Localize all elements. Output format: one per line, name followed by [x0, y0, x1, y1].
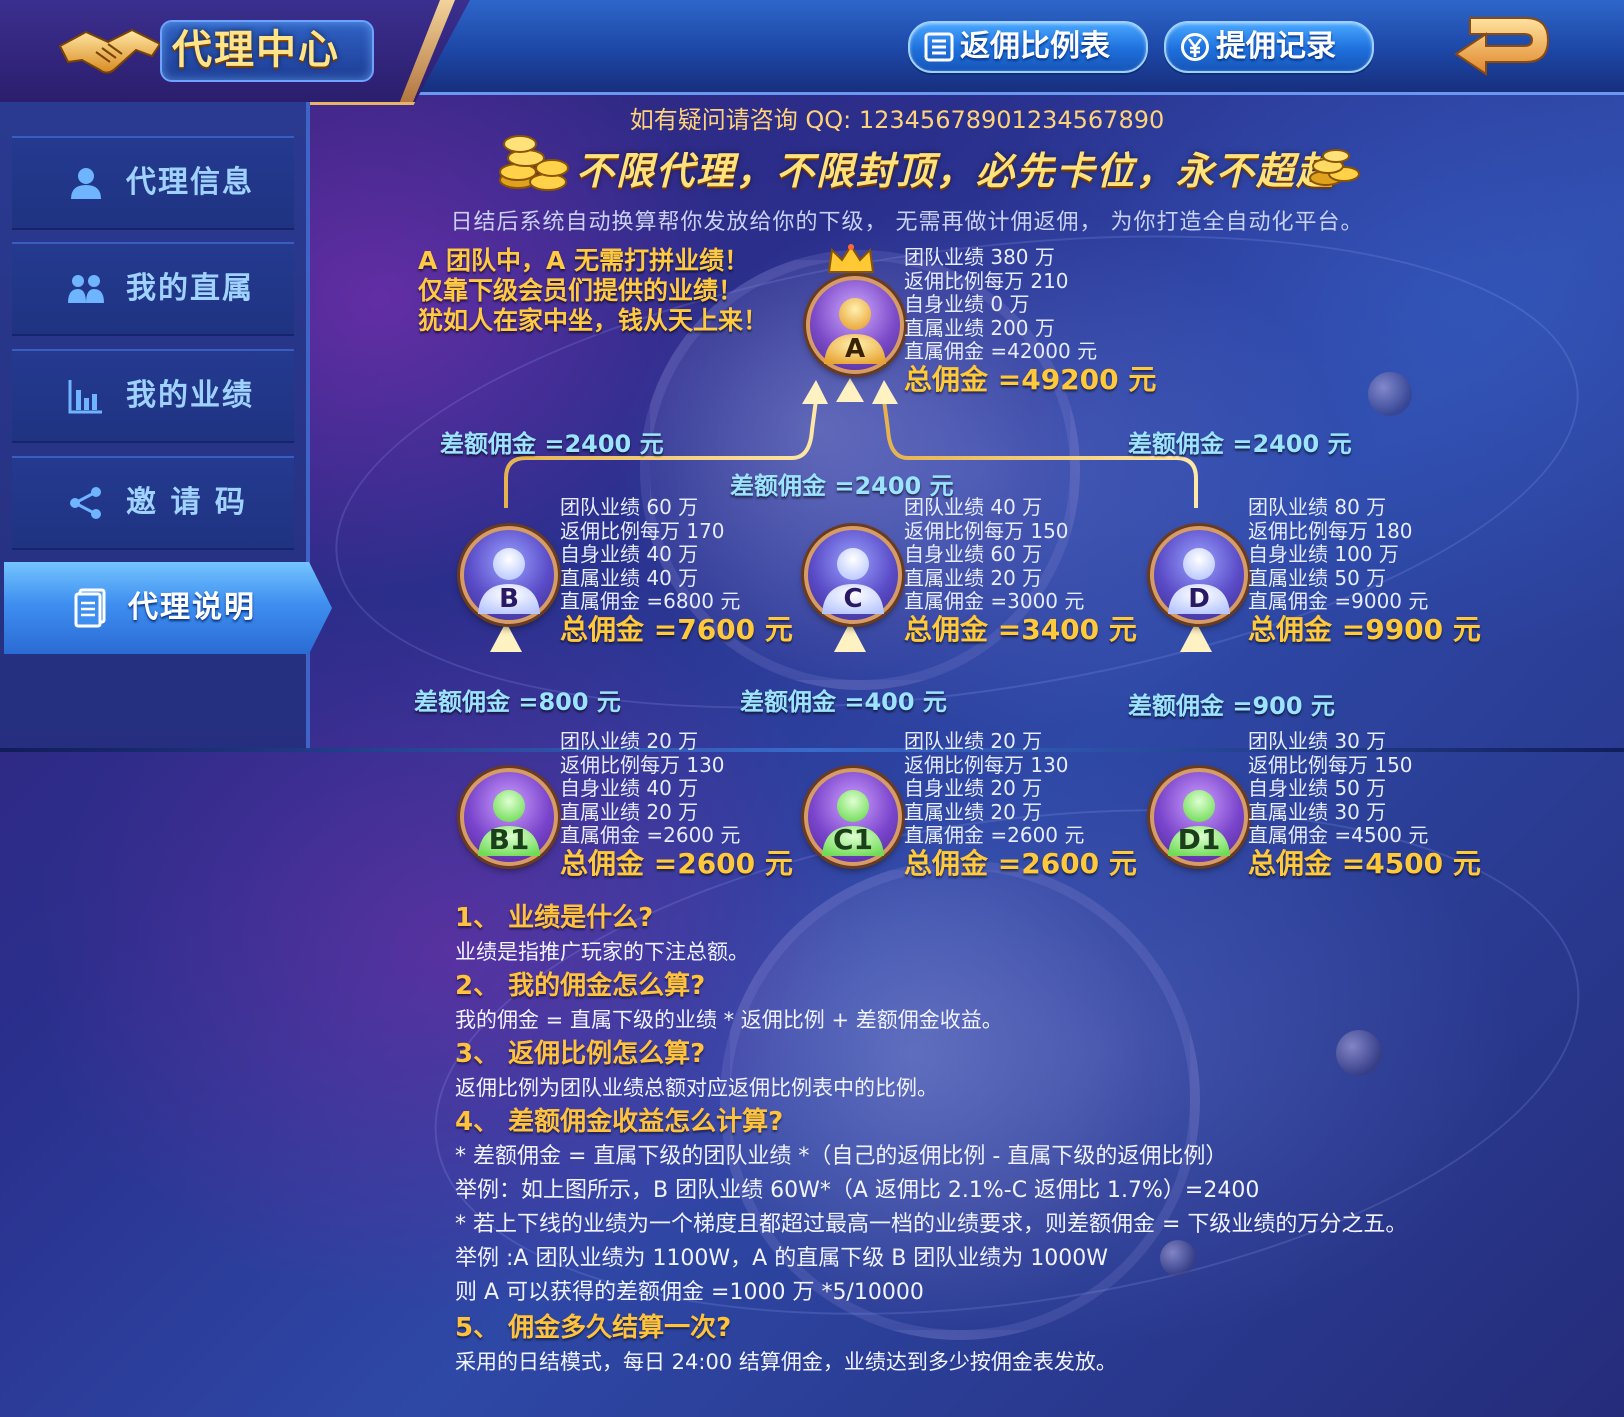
total-commission: 总佣金 =2600 元	[560, 846, 793, 880]
diff-commission-d1: 差额佣金 =900 元	[1128, 692, 1335, 720]
stat-line: 直属佣金 =3000 元	[904, 589, 1085, 613]
stat-line: 自身业绩 100 万	[1248, 542, 1399, 566]
diff-commission-b1: 差额佣金 =800 元	[414, 688, 621, 716]
stat-line: 直属佣金 =2600 元	[560, 823, 741, 847]
faq-answer: 采用的日结模式，每日 24:00 结算佣金，业绩达到多少按佣金表发放。	[455, 1350, 1117, 1374]
stat-line: 团队业绩 30 万	[1248, 729, 1387, 753]
arrow-up-icon	[802, 380, 828, 404]
faq-answer: 则 A 可以获得的差额佣金 =1000 万 *5/10000	[455, 1280, 924, 1305]
stat-line: 返佣比例每万 210	[904, 268, 1069, 293]
faq-question: 5、 佣金多久结算一次?	[455, 1313, 732, 1343]
agent-stats-a: 团队业绩 380 万 返佣比例每万 210 自身业绩 0 万 直属业绩 200 …	[904, 245, 1157, 397]
stat-line: 团队业绩 380 万	[904, 245, 1055, 269]
stat-line: 直属佣金 =9000 元	[1248, 589, 1429, 613]
faq-answer: 我的佣金 = 直属下级的业绩 * 返佣比例 + 差额佣金收益。	[455, 1008, 1003, 1032]
faq-answer: 举例 :A 团队业绩为 1100W，A 的直属下级 B 团队业绩为 1000W	[455, 1246, 1109, 1271]
diff-commission-c1: 差额佣金 =400 元	[740, 688, 947, 716]
stat-line: 直属业绩 40 万	[560, 565, 699, 590]
agent-node-c1: C1	[804, 768, 902, 866]
stat-line: 直属业绩 30 万	[1248, 799, 1387, 824]
stat-line: 自身业绩 40 万	[560, 542, 699, 566]
stat-line: 直属佣金 =42000 元	[904, 339, 1098, 363]
node-label: D1	[1177, 823, 1221, 856]
agent-node-c: C	[804, 526, 902, 624]
node-label: B1	[488, 823, 530, 856]
faq-answer: 举例：如上图所示，B 团队业绩 60W*（A 返佣比 2.1%-C 返佣比 1.…	[455, 1178, 1260, 1203]
stat-line: 返佣比例每万 180	[1248, 518, 1413, 543]
arrow-up-icon	[490, 622, 522, 652]
stat-line: 团队业绩 80 万	[1248, 495, 1387, 519]
faq-answer: 返佣比例为团队业绩总额对应返佣比例表中的比例。	[455, 1076, 938, 1100]
faq-question: 1、 业绩是什么?	[455, 903, 654, 933]
stat-line: 自身业绩 0 万	[904, 292, 1030, 316]
stat-line: 直属业绩 20 万	[904, 565, 1043, 590]
agent-stats-d1: 团队业绩 30 万 返佣比例每万 150 自身业绩 50 万 直属业绩 30 万…	[1248, 729, 1481, 881]
stat-line: 自身业绩 40 万	[560, 776, 699, 800]
total-commission: 总佣金 =2600 元	[904, 846, 1137, 880]
node-label: D	[1188, 584, 1210, 614]
stat-line: 直属佣金 =6800 元	[560, 589, 741, 613]
stat-line: 返佣比例每万 150	[904, 518, 1069, 543]
total-commission: 总佣金 =4500 元	[1248, 846, 1481, 880]
agent-node-d: D	[1150, 526, 1248, 624]
arrow-up-icon	[872, 380, 898, 404]
node-label: C	[843, 584, 863, 614]
stat-line: 团队业绩 20 万	[904, 729, 1043, 753]
agent-stats-b: 团队业绩 60 万 返佣比例每万 170 自身业绩 40 万 直属业绩 40 万…	[560, 495, 793, 647]
arrow-up-icon	[1180, 622, 1212, 652]
agent-stats-c: 团队业绩 40 万 返佣比例每万 150 自身业绩 60 万 直属业绩 20 万…	[904, 495, 1137, 647]
agent-stats-c1: 团队业绩 20 万 返佣比例每万 130 自身业绩 20 万 直属业绩 20 万…	[904, 729, 1137, 881]
faq-answer: * 若上下线的业绩为一个梯度且都超过最高一档的业绩要求，则差额佣金 = 下级业绩…	[455, 1212, 1408, 1237]
diff-commission-b: 差额佣金 =2400 元	[440, 430, 664, 458]
stat-line: 自身业绩 20 万	[904, 776, 1043, 800]
agent-stats-b1: 团队业绩 20 万 返佣比例每万 130 自身业绩 40 万 直属业绩 20 万…	[560, 729, 793, 881]
total-commission: 总佣金 =3400 元	[904, 612, 1137, 646]
faq-question: 3、 返佣比例怎么算?	[455, 1039, 706, 1069]
node-label: B	[499, 584, 519, 614]
faq-answer: 业绩是指推广玩家的下注总额。	[455, 940, 749, 964]
stat-line: 直属佣金 =4500 元	[1248, 823, 1429, 847]
stat-line: 直属业绩 20 万	[560, 799, 699, 824]
arrow-up-icon	[836, 378, 864, 402]
node-label: C1	[832, 823, 874, 856]
stat-line: 团队业绩 60 万	[560, 495, 699, 519]
faq-question: 4、 差额佣金收益怎么计算?	[455, 1107, 784, 1137]
stat-line: 直属业绩 50 万	[1248, 565, 1387, 590]
total-commission: 总佣金 =7600 元	[560, 612, 793, 646]
agent-node-d1: D1	[1150, 768, 1248, 866]
diff-commission-d: 差额佣金 =2400 元	[1128, 430, 1352, 458]
crown-icon	[827, 244, 875, 273]
total-commission: 总佣金 =9900 元	[1248, 612, 1481, 646]
stat-line: 直属业绩 20 万	[904, 799, 1043, 824]
faq-section: 1、 业绩是什么? 业绩是指推广玩家的下注总额。 2、 我的佣金怎么算? 我的佣…	[455, 900, 1555, 1378]
stat-line: 团队业绩 20 万	[560, 729, 699, 753]
stat-line: 团队业绩 40 万	[904, 495, 1043, 519]
stat-line: 自身业绩 50 万	[1248, 776, 1387, 800]
agent-node-b1: B1	[460, 768, 558, 866]
stat-line: 直属业绩 200 万	[904, 315, 1055, 340]
arrow-up-icon	[834, 622, 866, 652]
stat-line: 返佣比例每万 130	[904, 752, 1069, 777]
node-label: A	[844, 334, 866, 364]
faq-answer: * 差额佣金 = 直属下级的团队业绩 *（自己的返佣比例 - 直属下级的返佣比例…	[455, 1144, 1228, 1169]
agent-stats-d: 团队业绩 80 万 返佣比例每万 180 自身业绩 100 万 直属业绩 50 …	[1248, 495, 1481, 647]
agent-node-a: A	[806, 276, 904, 374]
stat-line: 直属佣金 =2600 元	[904, 823, 1085, 847]
stat-line: 返佣比例每万 130	[560, 752, 725, 777]
agent-center-screen: 代理中心 返佣比例表 提佣记录 代理信息 我的直属 我的业绩 邀 请 码 代理说…	[0, 0, 1624, 1417]
stat-line: 自身业绩 60 万	[904, 542, 1043, 566]
agent-node-b: B	[460, 526, 558, 624]
stat-line: 返佣比例每万 170	[560, 518, 725, 543]
stat-line: 返佣比例每万 150	[1248, 752, 1413, 777]
faq-question: 2、 我的佣金怎么算?	[455, 971, 706, 1001]
total-commission: 总佣金 =49200 元	[904, 362, 1157, 396]
